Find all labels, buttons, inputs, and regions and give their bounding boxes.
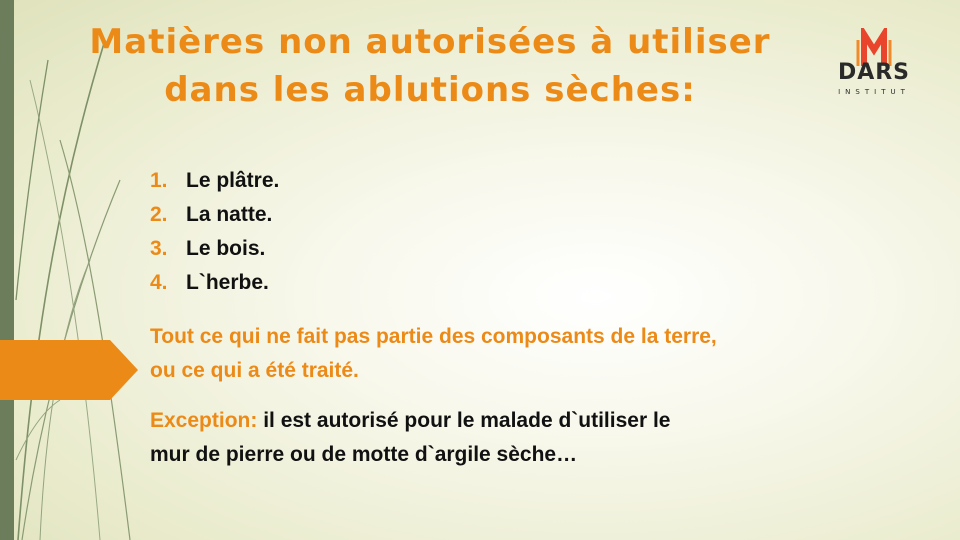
exception-label: Exception:: [150, 409, 258, 432]
dars-institut-logo: DARS INSTITUT: [828, 28, 920, 112]
note-line-2: ou ce qui a été traité.: [150, 359, 359, 382]
title-line-2: dans les ablutions sèches:: [164, 70, 696, 110]
logo-subtitle: INSTITUT: [838, 88, 910, 96]
exception-text-2: mur de pierre ou de motte d`argile sèche…: [150, 443, 578, 466]
orange-arrow-tab: [0, 340, 138, 400]
title-line-1: Matières non autorisées à utiliser: [89, 22, 771, 62]
exception-text-1: il est autorisé pour le malade d`utilise…: [257, 409, 671, 432]
exception-paragraph: Exception: il est autorisé pour le malad…: [150, 404, 870, 472]
list-item: 4. L`herbe.: [150, 271, 269, 294]
slide-title: Matières non autorisées à utiliser dans …: [60, 18, 800, 114]
note-line-1: Tout ce qui ne fait pas partie des compo…: [150, 325, 717, 348]
logo-word: DARS: [837, 60, 911, 85]
list-item: 3. Le bois.: [150, 237, 266, 260]
list-item: 1. Le plâtre.: [150, 169, 280, 192]
list-item: 2. La natte.: [150, 203, 273, 226]
note-paragraph: Tout ce qui ne fait pas partie des compo…: [150, 320, 910, 388]
forbidden-materials-list: 1. Le plâtre. 2. La natte. 3. Le bois. 4. L`…: [150, 164, 279, 300]
